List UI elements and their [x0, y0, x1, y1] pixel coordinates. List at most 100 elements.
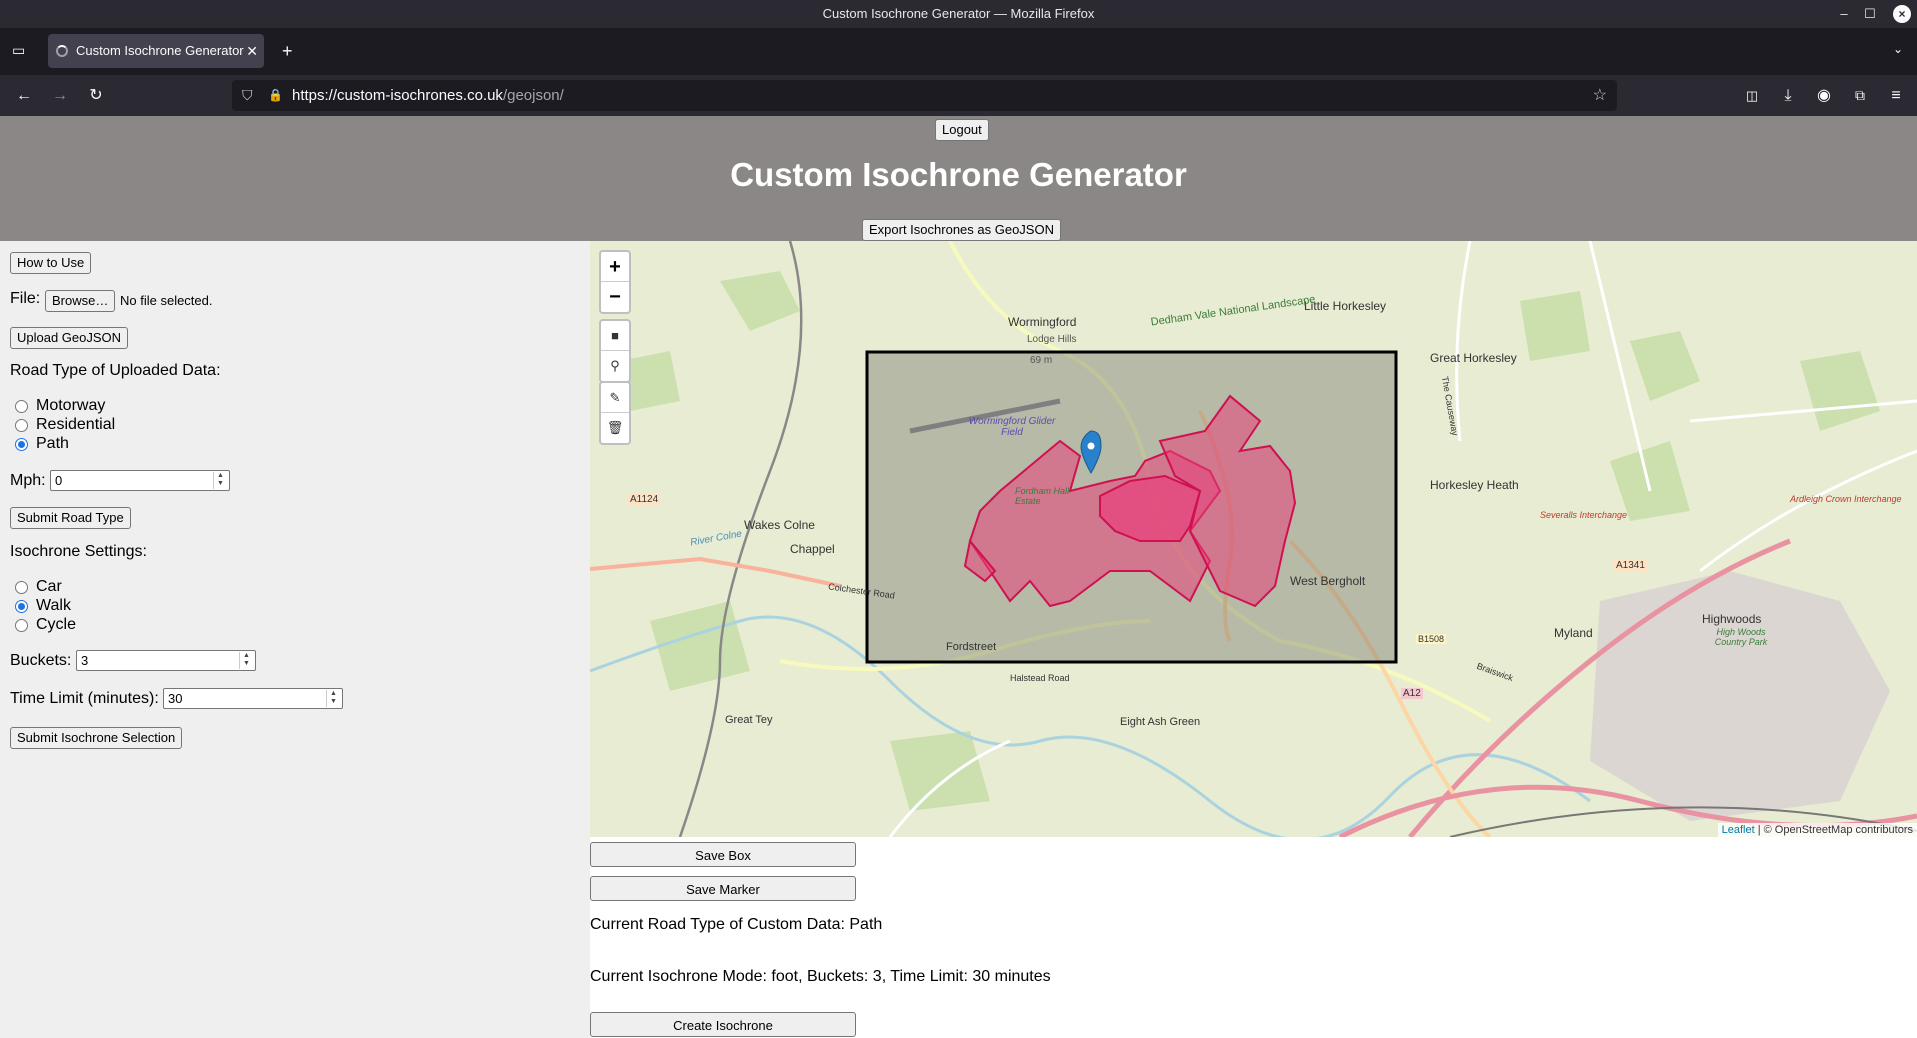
browser-tab[interactable]: Custom Isochrone Generator ✕ [48, 34, 264, 68]
time-limit-spinner[interactable]: ▲ ▼ [326, 690, 340, 707]
sidebar: How to Use File: Browse… No file selecte… [0, 241, 590, 1038]
forward-icon[interactable]: → [46, 75, 74, 116]
radio-path[interactable] [15, 438, 28, 451]
logout-button[interactable]: Logout [935, 119, 989, 141]
radio-motorway[interactable] [15, 400, 28, 413]
draw-rectangle-icon[interactable]: ■ [601, 321, 629, 351]
map-label-fordham-hall: Fordham Hall Estate [1015, 486, 1070, 506]
loading-icon [56, 45, 68, 57]
radio-cycle[interactable] [15, 619, 28, 632]
radio-car-label: Car [36, 578, 62, 595]
map-label-fordstreet: Fordstreet [946, 641, 997, 653]
buckets-spinner[interactable]: ▲ ▼ [239, 652, 253, 669]
map[interactable]: Wormingford Little Horkesley Great Horke… [590, 241, 1917, 837]
back-icon[interactable]: ← [10, 75, 38, 116]
buckets-input[interactable]: 3 ▲ ▼ [76, 650, 256, 671]
map-label-a12: A12 [1401, 688, 1423, 699]
draw-marker-icon[interactable]: ⚲ [601, 351, 629, 381]
map-label-horkesley-heath: Horkesley Heath [1430, 478, 1519, 492]
radio-path-label: Path [36, 435, 69, 452]
radio-residential-label: Residential [36, 416, 116, 433]
map-label-halstead-road: Halstead Road [1010, 673, 1070, 683]
edit-layers-icon[interactable]: ✎ [601, 383, 629, 413]
export-geojson-button[interactable]: Export Isochrones as GeoJSON [862, 219, 1061, 241]
pocket-icon[interactable]: ◫ [1738, 75, 1766, 116]
map-label-severalls: Severalls Interchange [1540, 510, 1628, 520]
maximize-icon[interactable]: ☐ [1857, 0, 1883, 28]
account-icon[interactable]: ◉ [1810, 75, 1838, 116]
radio-walk[interactable] [15, 600, 28, 613]
mph-value: 0 [55, 473, 63, 488]
radio-walk-label: Walk [36, 597, 71, 614]
page-content: Logout Custom Isochrone Generator Export… [0, 116, 1917, 1038]
window-titlebar: Custom Isochrone Generator — Mozilla Fir… [0, 0, 1917, 28]
urban-area [1590, 571, 1890, 821]
isochrone-mode-status: Current Isochrone Mode: foot, Buckets: 3… [590, 968, 1051, 985]
map-label-great-horkesley: Great Horkesley [1430, 351, 1517, 365]
minimize-icon[interactable]: – [1831, 0, 1857, 28]
delete-layers-icon[interactable]: 🗑 [601, 413, 629, 443]
no-file-text: No file selected. [120, 293, 213, 308]
zoom-out-button[interactable]: − [601, 282, 629, 312]
tab-close-icon[interactable]: ✕ [246, 34, 258, 68]
buckets-label: Buckets: [10, 652, 72, 669]
time-limit-input[interactable]: 30 ▲ ▼ [163, 688, 343, 709]
radio-residential[interactable] [15, 419, 28, 432]
extensions-icon[interactable]: ⧉ [1846, 75, 1874, 116]
bookmark-star-icon[interactable]: ☆ [1593, 80, 1607, 111]
tab-bar: ▭ Custom Isochrone Generator ✕ + ⌄ [0, 28, 1917, 78]
map-label-eight-ash-green: Eight Ash Green [1120, 716, 1201, 728]
upload-geojson-button[interactable]: Upload GeoJSON [10, 327, 129, 349]
map-label-myland: Myland [1554, 626, 1593, 640]
reload-icon[interactable]: ↻ [82, 75, 110, 116]
tab-overview-icon[interactable]: ▭ [12, 42, 25, 59]
map-label-ardleigh: Ardleigh Crown Interchange [1790, 494, 1902, 504]
time-limit-label: Time Limit (minutes): [10, 690, 159, 707]
map-label-great-tey: Great Tey [725, 714, 773, 726]
save-box-button[interactable]: Save Box [590, 842, 856, 867]
map-label-a1341: A1341 [1614, 560, 1647, 571]
submit-isochrone-button[interactable]: Submit Isochrone Selection [10, 727, 183, 749]
edit-toolbar: ✎ 🗑 [599, 381, 631, 445]
map-label-lodge-hills: Lodge Hills [1027, 334, 1077, 345]
url-bar[interactable]: ⛉ 🔒 https://custom-isochrones.co.uk/geoj… [232, 80, 1617, 111]
create-isochrone-button[interactable]: Create Isochrone [590, 1012, 856, 1037]
new-tab-icon[interactable]: + [282, 41, 293, 62]
url-domain: https://custom-isochrones.co.uk [292, 87, 503, 104]
map-tiles [590, 241, 1917, 837]
isochrone-settings-heading: Isochrone Settings: [10, 543, 147, 560]
radio-cycle-label: Cycle [36, 616, 77, 633]
draw-toolbar: ■ ⚲ [599, 319, 631, 383]
radio-car[interactable] [15, 581, 28, 594]
time-limit-value: 30 [168, 691, 183, 706]
menu-icon[interactable]: ≡ [1882, 75, 1910, 116]
road-type-status: Current Road Type of Custom Data: Path [590, 916, 883, 933]
radio-motorway-label: Motorway [36, 397, 106, 414]
close-window-icon[interactable]: × [1893, 5, 1911, 23]
window-title: Custom Isochrone Generator — Mozilla Fir… [822, 6, 1095, 21]
downloads-icon[interactable]: ⤓ [1774, 75, 1802, 116]
shield-icon[interactable]: ⛉ [242, 80, 253, 111]
nav-bar: ← → ↻ ⛉ 🔒 https://custom-isochrones.co.u… [0, 75, 1917, 116]
map-label-little-horkesley: Little Horkesley [1304, 299, 1387, 313]
browse-button[interactable]: Browse… [45, 290, 116, 312]
map-label-west-bergholt: West Bergholt [1290, 574, 1366, 588]
attribution-text: | © OpenStreetMap contributors [1754, 824, 1913, 836]
map-label-chappel: Chappel [790, 542, 835, 556]
how-to-use-button[interactable]: How to Use [10, 252, 92, 274]
save-marker-button[interactable]: Save Marker [590, 876, 856, 901]
map-label-high-woods-country-park: High Woods Country Park [1714, 627, 1768, 647]
map-label-glider-field: Wormingford Glider Field [968, 416, 1056, 438]
zoom-in-button[interactable]: + [601, 252, 629, 282]
page-header: Logout Custom Isochrone Generator Export… [0, 116, 1917, 241]
file-label: File: [10, 290, 41, 307]
leaflet-link[interactable]: Leaflet [1722, 824, 1755, 836]
lock-icon[interactable]: 🔒 [268, 80, 283, 111]
tab-list-chevron-icon[interactable]: ⌄ [1893, 42, 1903, 56]
mph-label: Mph: [10, 472, 46, 489]
mph-input[interactable]: 0 ▲ ▼ [50, 470, 230, 491]
url-path: /geojson/ [502, 87, 564, 104]
zoom-control: + − [599, 250, 631, 314]
submit-road-type-button[interactable]: Submit Road Type [10, 507, 131, 529]
mph-spinner[interactable]: ▲ ▼ [213, 472, 227, 489]
